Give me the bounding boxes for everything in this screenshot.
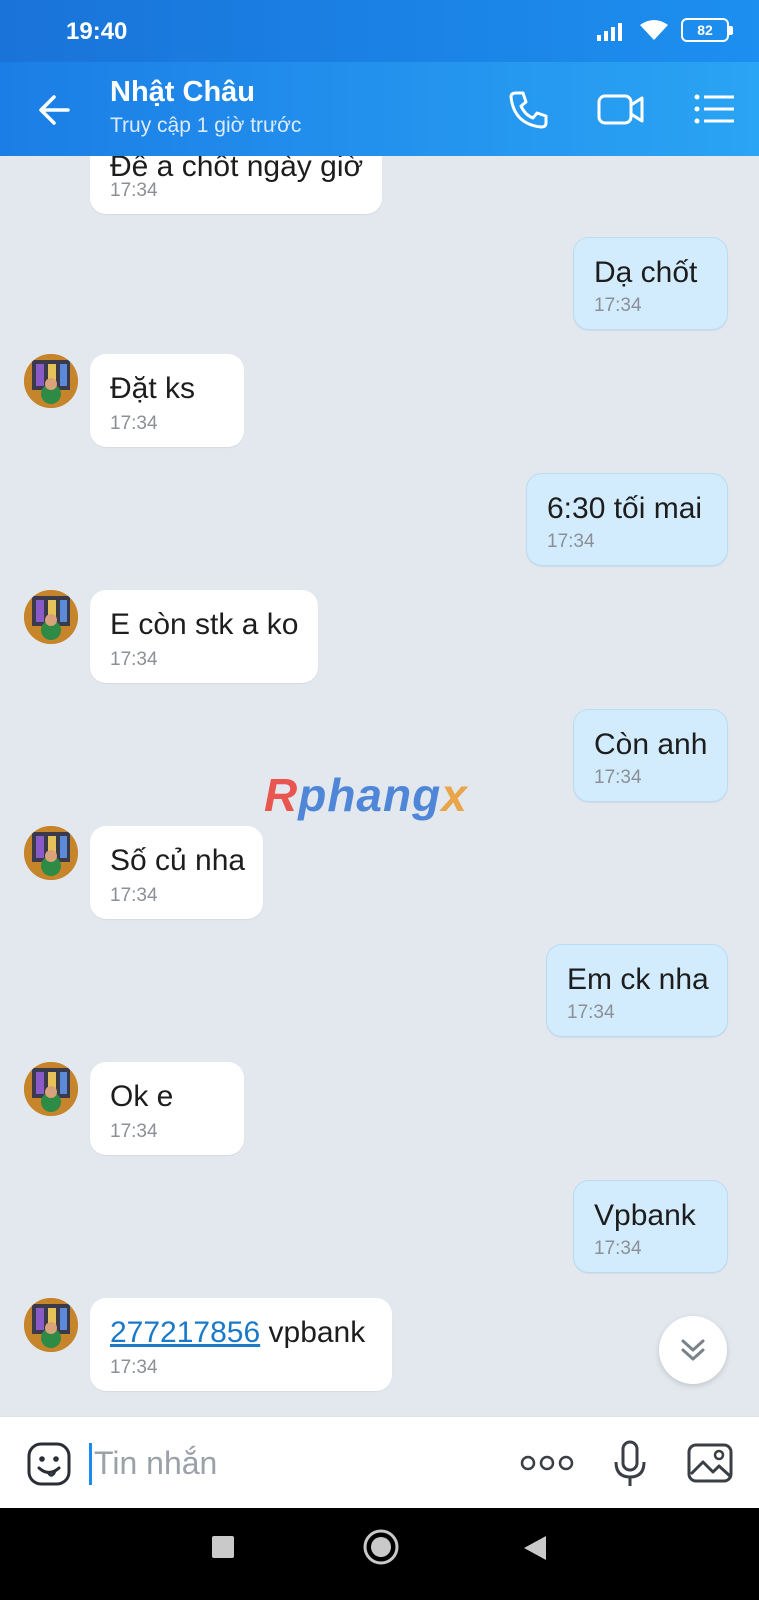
status-time: 19:40: [66, 18, 128, 45]
watermark-logo: Rphangx: [264, 768, 468, 822]
message-time: 17:34: [110, 649, 158, 670]
chat-header: Nhật Châu Truy cập 1 giờ trước: [0, 62, 759, 156]
avatar-image: [24, 1062, 78, 1116]
message-text: Ok e: [110, 1080, 174, 1113]
battery-level: 82: [697, 22, 713, 38]
battery-icon: 82: [681, 18, 733, 42]
message-time: 17:34: [594, 1238, 642, 1259]
avatar[interactable]: [24, 1062, 78, 1116]
account-number-link[interactable]: 277217856: [110, 1316, 260, 1349]
watermark-part: x: [441, 769, 468, 821]
message-time: 17:34: [567, 1002, 615, 1023]
message-text: Em ck nha: [567, 963, 709, 996]
message-text: Còn anh: [594, 728, 708, 761]
message-text: vpbank: [260, 1316, 366, 1349]
status-icons: 82: [597, 18, 733, 42]
message-time: 17:34: [110, 1121, 158, 1142]
message-time: 17:34: [547, 531, 595, 552]
message-composer: Tin nhắn: [0, 1416, 759, 1508]
message-input[interactable]: Tin nhắn: [94, 1445, 217, 1482]
message-outgoing[interactable]: Dạ chốt 17:34: [573, 237, 728, 330]
system-nav-bar: [0, 1508, 759, 1600]
signal-icon: [597, 23, 622, 41]
message-time: 17:34: [110, 885, 158, 906]
phone-icon[interactable]: [506, 87, 550, 131]
emoji-icon[interactable]: [26, 1441, 72, 1487]
watermark-part: R: [264, 769, 299, 821]
message-incoming[interactable]: 277217856 vpbank 17:34: [90, 1298, 392, 1391]
message-outgoing[interactable]: Vpbank 17:34: [573, 1180, 728, 1273]
back-icon[interactable]: [522, 1534, 548, 1562]
message-text: Vpbank: [594, 1199, 696, 1232]
more-icon[interactable]: [520, 1453, 574, 1473]
watermark-part: phang: [298, 769, 442, 821]
message-incoming[interactable]: Để a chốt ngày giờ 17:34: [90, 156, 382, 214]
scroll-to-bottom-button[interactable]: [659, 1316, 727, 1384]
message-time: 17:34: [110, 413, 158, 434]
message-outgoing[interactable]: Em ck nha 17:34: [546, 944, 728, 1037]
avatar-image: [24, 354, 78, 408]
contact-name[interactable]: Nhật Châu: [110, 76, 255, 109]
video-call-icon[interactable]: [596, 87, 646, 131]
message-text: Đặt ks: [110, 372, 196, 405]
message-text: E còn stk a ko: [110, 608, 299, 641]
message-incoming[interactable]: E còn stk a ko 17:34: [90, 590, 318, 683]
message-incoming[interactable]: Đặt ks 17:34: [90, 354, 244, 447]
text-cursor: [89, 1443, 92, 1485]
menu-list-icon[interactable]: [692, 87, 736, 131]
message-time: 17:34: [110, 180, 158, 201]
message-incoming[interactable]: Ok e 17:34: [90, 1062, 244, 1155]
avatar-image: [24, 1298, 78, 1352]
message-text-wrapper: 277217856 vpbank: [110, 1316, 365, 1350]
avatar-image: [24, 590, 78, 644]
scroll-down-icon: [681, 1339, 705, 1361]
back-arrow-icon[interactable]: [34, 90, 74, 130]
avatar[interactable]: [24, 826, 78, 880]
avatar[interactable]: [24, 354, 78, 408]
status-bar: 19:40 82: [0, 0, 759, 62]
message-time: 17:34: [110, 1357, 158, 1378]
avatar-image: [24, 826, 78, 880]
message-text: Dạ chốt: [594, 256, 698, 289]
mic-icon[interactable]: [612, 1439, 648, 1489]
message-time: 17:34: [594, 295, 642, 316]
recents-icon[interactable]: [210, 1534, 236, 1560]
avatar[interactable]: [24, 1298, 78, 1352]
message-incoming[interactable]: Số củ nha 17:34: [90, 826, 263, 919]
wifi-icon: [640, 20, 668, 40]
avatar[interactable]: [24, 590, 78, 644]
home-icon[interactable]: [362, 1528, 400, 1566]
image-icon[interactable]: [686, 1441, 734, 1485]
message-time: 17:34: [594, 767, 642, 788]
message-text: Số củ nha: [110, 844, 246, 877]
message-text: 6:30 tối mai: [547, 492, 703, 525]
message-outgoing[interactable]: 6:30 tối mai 17:34: [526, 473, 728, 566]
last-seen-status: Truy cập 1 giờ trước: [110, 114, 302, 137]
message-outgoing[interactable]: Còn anh 17:34: [573, 709, 728, 802]
